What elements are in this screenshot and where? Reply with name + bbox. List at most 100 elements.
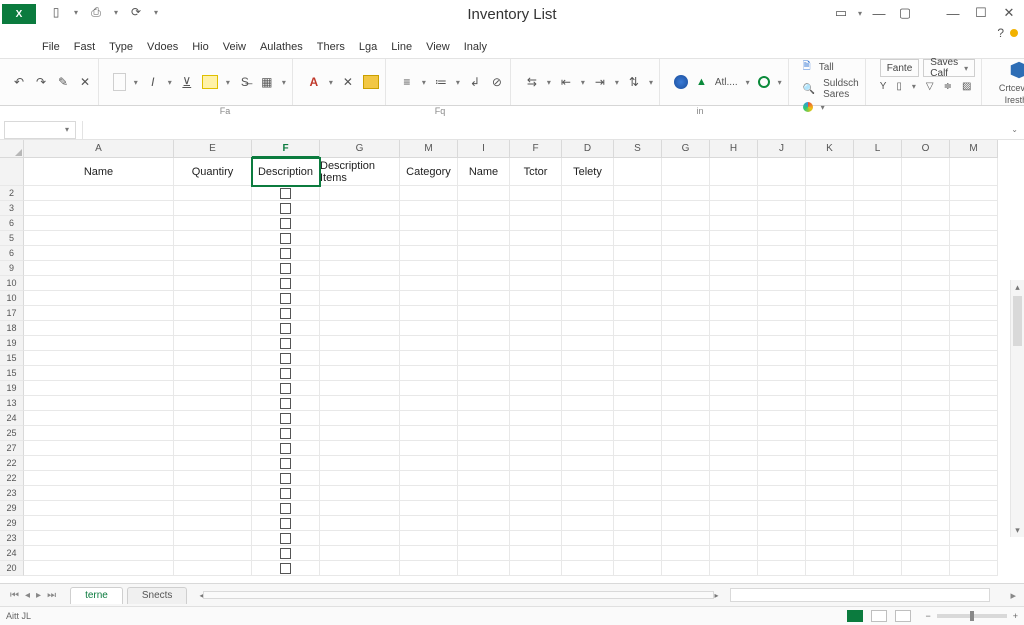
cell[interactable] [24, 261, 174, 276]
cell[interactable] [710, 381, 758, 396]
cell[interactable] [252, 441, 320, 456]
cell[interactable] [614, 396, 662, 411]
cell[interactable] [662, 411, 710, 426]
cell[interactable] [24, 246, 174, 261]
cell[interactable] [710, 201, 758, 216]
cell[interactable] [174, 261, 252, 276]
row-number[interactable]: 6 [0, 246, 24, 261]
cell[interactable] [854, 561, 902, 576]
cell[interactable] [902, 546, 950, 561]
menu-file[interactable]: File [42, 41, 60, 53]
cell[interactable] [806, 561, 854, 576]
cell[interactable] [320, 306, 400, 321]
cell[interactable] [252, 561, 320, 576]
cell[interactable] [614, 531, 662, 546]
cell[interactable] [902, 411, 950, 426]
header-cell[interactable]: Description Items [320, 158, 400, 186]
cell[interactable] [24, 351, 174, 366]
maximize-icon[interactable]: ☐ [972, 4, 990, 22]
cell[interactable] [806, 351, 854, 366]
checkbox-icon[interactable] [280, 413, 291, 424]
cell[interactable] [710, 351, 758, 366]
cell[interactable] [562, 441, 614, 456]
checkbox-icon[interactable] [280, 233, 291, 244]
sheet-tab-active[interactable]: terne [70, 587, 123, 604]
cell[interactable] [614, 336, 662, 351]
cell[interactable] [458, 306, 510, 321]
fill-color-icon[interactable] [202, 75, 218, 89]
cell[interactable] [24, 456, 174, 471]
cell[interactable] [854, 231, 902, 246]
big-btn-1[interactable]: CrtcevairyIresth ▾ [996, 59, 1024, 105]
cell[interactable] [854, 276, 902, 291]
cell[interactable] [252, 381, 320, 396]
cell[interactable] [710, 486, 758, 501]
cell[interactable] [510, 336, 562, 351]
row-number[interactable]: 18 [0, 321, 24, 336]
cell[interactable] [614, 546, 662, 561]
cell[interactable] [252, 516, 320, 531]
checkbox-icon[interactable] [280, 323, 291, 334]
cell[interactable] [614, 201, 662, 216]
cell[interactable] [458, 261, 510, 276]
menu-lga[interactable]: Lga [359, 41, 377, 53]
cell[interactable] [400, 216, 458, 231]
cell[interactable] [510, 501, 562, 516]
cell[interactable] [758, 321, 806, 336]
cell[interactable] [320, 291, 400, 306]
cell[interactable] [806, 441, 854, 456]
row-number[interactable]: 9 [0, 261, 24, 276]
menu-veiw[interactable]: Veiw [223, 41, 246, 53]
scroll-thumb[interactable] [1013, 296, 1022, 346]
select-all-cell[interactable] [0, 140, 24, 158]
cell[interactable] [854, 411, 902, 426]
cell[interactable] [806, 516, 854, 531]
checkbox-icon[interactable] [280, 263, 291, 274]
cell[interactable] [950, 381, 998, 396]
header-cell[interactable]: Name [458, 158, 510, 186]
row-number[interactable]: 3 [0, 201, 24, 216]
cell[interactable] [902, 366, 950, 381]
cell[interactable] [662, 531, 710, 546]
cell[interactable] [320, 441, 400, 456]
cell[interactable] [458, 321, 510, 336]
qat-new-icon[interactable]: ▯ [50, 6, 62, 18]
row-number[interactable]: 5 [0, 231, 24, 246]
cell[interactable] [950, 201, 998, 216]
cell[interactable] [24, 336, 174, 351]
row-number[interactable]: 22 [0, 471, 24, 486]
cell[interactable] [24, 231, 174, 246]
cell[interactable] [174, 186, 252, 201]
zoom-slider[interactable]: −+ [925, 611, 1018, 621]
checkbox-icon[interactable] [280, 443, 291, 454]
cell[interactable] [252, 366, 320, 381]
cell[interactable] [320, 201, 400, 216]
cell[interactable] [614, 411, 662, 426]
cell[interactable] [710, 531, 758, 546]
cell-style-icon[interactable] [363, 75, 379, 89]
cell[interactable] [950, 306, 998, 321]
indent-dec-icon[interactable]: ⇤ [559, 75, 573, 89]
cell[interactable] [174, 336, 252, 351]
vertical-scrollbar[interactable]: ▴ ▾ [1010, 280, 1024, 537]
row-number[interactable]: 29 [0, 501, 24, 516]
align-left-icon[interactable]: ≡ [400, 75, 414, 89]
cell[interactable] [806, 186, 854, 201]
cell[interactable] [710, 321, 758, 336]
cell[interactable] [174, 201, 252, 216]
cell[interactable] [458, 396, 510, 411]
sheet-nav-first-icon[interactable]: ⏮ [10, 590, 19, 601]
cell[interactable] [562, 291, 614, 306]
cell[interactable] [614, 231, 662, 246]
cell[interactable] [320, 351, 400, 366]
cell[interactable] [902, 396, 950, 411]
cell[interactable] [252, 471, 320, 486]
cell[interactable] [400, 501, 458, 516]
cell[interactable] [614, 381, 662, 396]
cell[interactable] [400, 186, 458, 201]
cell[interactable] [510, 276, 562, 291]
cell[interactable] [806, 456, 854, 471]
checkbox-icon[interactable] [280, 383, 291, 394]
cell[interactable] [562, 351, 614, 366]
cell[interactable] [562, 396, 614, 411]
